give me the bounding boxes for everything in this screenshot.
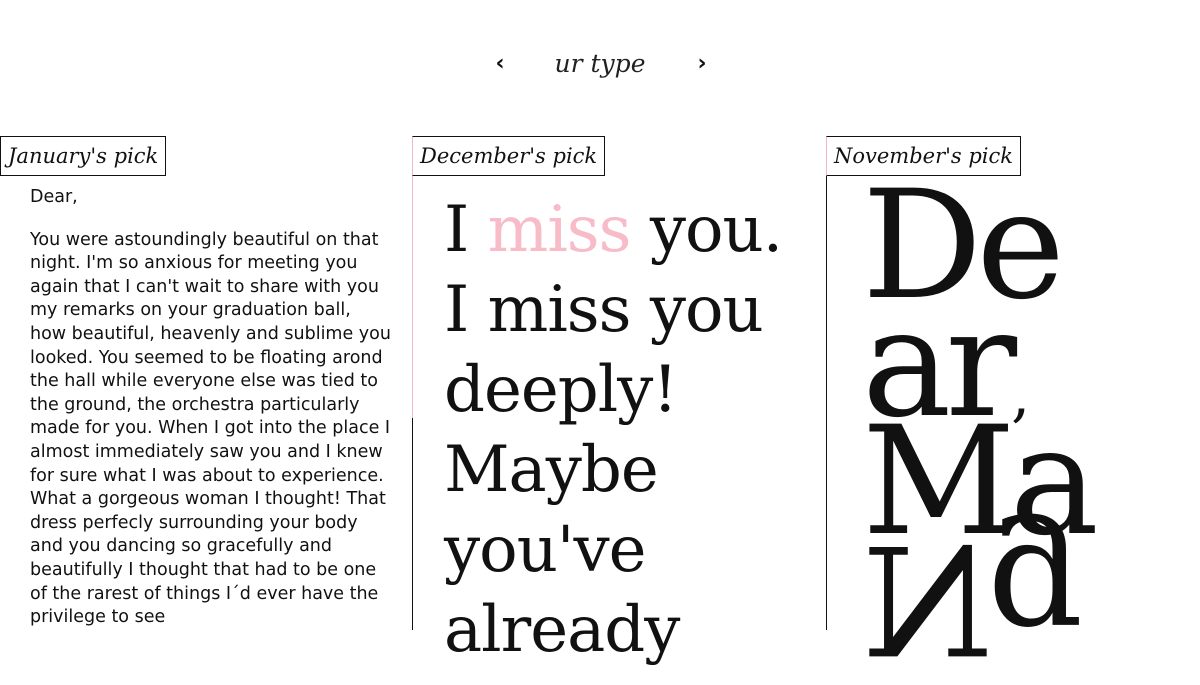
display-line-5: you've	[444, 513, 647, 587]
column-divider-accent	[412, 136, 413, 418]
january-pick-column: January's pick Dear, You were astounding…	[0, 136, 400, 630]
letter-body: You were astoundingly beautiful on that …	[30, 229, 391, 628]
chevron-right-icon[interactable]: ›	[690, 50, 714, 78]
november-pick-column: November's pick De ar, Ma Ng	[826, 136, 1200, 685]
january-pick-label: January's pick	[0, 136, 167, 176]
word-miss-accent: miss	[487, 193, 632, 267]
typographic-lettering: De ar, Ma Ng	[862, 171, 1182, 685]
display-line-1: I miss you.	[444, 190, 814, 270]
december-pick-label: December's pick	[412, 136, 606, 176]
word-you: you.	[649, 193, 783, 267]
type-navigation: ‹ ur type ›	[0, 46, 1200, 86]
column-divider	[412, 418, 413, 630]
page-title: ur type	[554, 49, 646, 78]
display-line-4: Maybe	[444, 433, 659, 507]
display-line-2: I miss you	[444, 273, 764, 347]
display-line-6: already	[444, 593, 680, 667]
december-pick-column: December's pick I miss you. I miss you d…	[412, 136, 812, 667]
letter-salutation: Dear,	[30, 187, 78, 207]
letter-row-4-mirrored: Ng	[862, 511, 1078, 685]
miss-you-display-text: I miss you. I miss you deeply! Maybe you…	[444, 190, 814, 670]
display-line-3: deeply!	[444, 353, 678, 427]
word-i: I	[444, 193, 469, 267]
column-divider	[826, 176, 827, 630]
chevron-left-icon[interactable]: ‹	[488, 50, 512, 78]
letter-text: Dear, You were astoundingly beautiful on…	[30, 186, 392, 649]
